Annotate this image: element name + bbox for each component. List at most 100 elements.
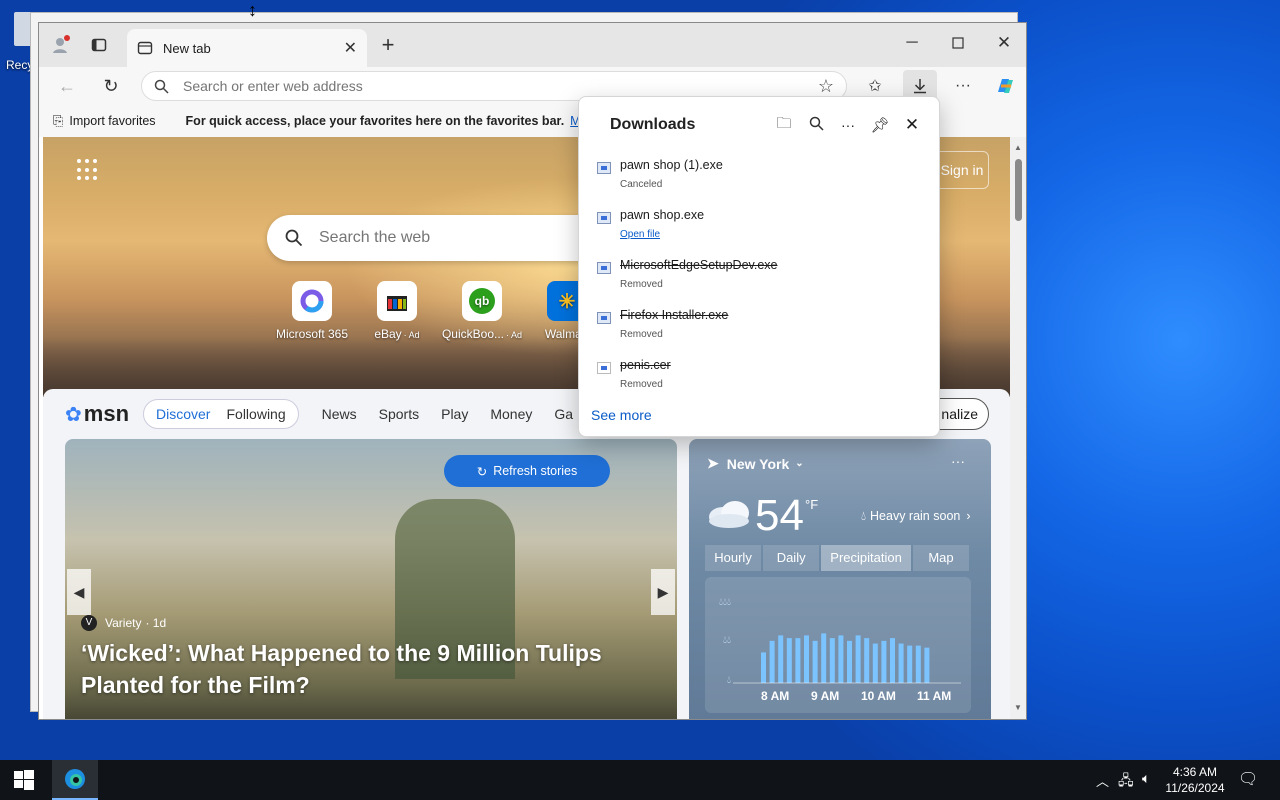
precip-bar [890,638,895,683]
location-arrow-icon: ➤ [707,455,719,471]
nav-news[interactable]: News [322,406,357,422]
new-tab-button[interactable]: + [374,31,402,59]
news-story-card[interactable]: ↻ Refresh stories ◀ ▶ V Variety · 1d ‘Wic… [65,439,677,719]
precip-bar [829,638,835,683]
show-hidden-icons-icon[interactable]: ︿ [1096,771,1109,790]
weather-more-icon[interactable]: ··· [951,453,965,469]
download-status: Removed [620,329,663,340]
scroll-down-arrow[interactable]: ▼ [1014,703,1022,712]
time-label-11am: 11 AM [917,689,952,703]
story-source[interactable]: Variety [105,616,141,630]
refresh-label: Refresh stories [493,464,578,478]
weather-card[interactable]: ➤ New York ⌄ ··· 54 °F 💧︎ Heavy rain soon… [689,439,991,719]
tab-new-tab[interactable]: New tab ✕ [127,29,367,67]
clock[interactable]: 4:36 AM 11/26/2024 [1164,764,1226,796]
vertical-scrollbar[interactable]: ▲ ▼ [1010,137,1026,719]
precip-bar [898,643,904,683]
weather-tab-precipitation[interactable]: Precipitation [821,545,911,571]
story-age: · 1d [145,616,167,630]
weather-tabs: Hourly Daily Precipitation Map [705,545,971,571]
story-source-line: V Variety · 1d [81,615,166,631]
raindrop-icon: 💧︎ [861,509,867,523]
open-folder-icon[interactable]: 🗀︎ [768,113,800,138]
import-favorites-icon[interactable]: ⎘ [53,113,63,129]
more-options-icon[interactable]: ··· [832,117,864,133]
precip-bar [804,635,809,683]
tab-strip: New tab ✕ + ─ ✕ [39,23,1026,67]
quick-link-quickbooks[interactable]: qb QuickBoo... · Ad [437,281,527,341]
weather-tab-hourly[interactable]: Hourly [705,545,762,571]
search-downloads-icon[interactable] [800,116,832,134]
network-icon[interactable]: 🖧︎ [1118,770,1134,794]
quickbooks-icon: qb [462,281,502,321]
ebay-bag-icon [377,281,417,321]
download-item[interactable]: pawn shop (1).exe Canceled [593,150,923,200]
download-status: Canceled [620,179,663,190]
windows-start-icon[interactable] [14,770,34,793]
tab-actions-icon[interactable] [85,31,113,59]
temperature-unit: °F [805,497,819,512]
refresh-button[interactable]: ↻ [97,72,125,100]
time-label-8am: 8 AM [761,689,790,703]
edge-taskbar-button[interactable] [52,760,98,800]
pin-icon[interactable]: 📌︎ [864,116,896,134]
precip-bar [864,638,870,683]
download-item[interactable]: pawn shop.exe Open file [593,200,923,250]
quick-link-ebay[interactable]: eBay · Ad [352,281,442,341]
profile-icon[interactable] [47,31,75,59]
app-launcher-icon[interactable] [77,159,99,181]
cloud-icon [705,497,753,532]
nav-games[interactable]: Ga [554,406,573,422]
settings-more-icon[interactable]: ··· [949,72,977,100]
msn-logo[interactable]: msn [84,401,129,427]
precip-bar [838,635,844,683]
chevron-right-icon: › [966,509,971,523]
import-favorites-button[interactable]: Import favorites [69,114,155,128]
exe-file-icon [597,262,611,274]
quick-link-microsoft-365[interactable]: Microsoft 365 [267,281,357,341]
close-downloads-icon[interactable]: ✕ [896,115,928,135]
weather-tab-map[interactable]: Map [912,545,970,571]
tab-discover[interactable]: Discover [156,406,210,422]
address-input[interactable] [183,78,818,94]
download-status: Removed [620,279,663,290]
nav-sports[interactable]: Sports [379,406,419,422]
nav-play[interactable]: Play [441,406,468,422]
scrollbar-thumb[interactable] [1015,159,1022,221]
close-window-button[interactable]: ✕ [990,29,1018,57]
precip-bar [924,647,930,683]
volume-icon[interactable]: 🔈︎ [1142,770,1150,787]
precip-bar [761,652,766,683]
see-more-link[interactable]: See more [591,407,652,423]
web-search-box[interactable] [267,215,607,261]
maximize-button[interactable] [944,29,972,57]
precipitation-chart: 💧︎💧︎💧︎ 💧︎💧︎ 💧︎ 8 AM 9 AM 10 AM 11 AM [705,577,971,713]
carousel-prev-arrow[interactable]: ◀ [67,569,91,615]
notifications-icon[interactable]: 🗨︎ [1238,769,1258,789]
refresh-stories-button[interactable]: ↻ Refresh stories [444,455,610,487]
carousel-next-arrow[interactable]: ▶ [651,569,675,615]
story-headline[interactable]: ‘Wicked’: What Happened to the 9 Million… [81,637,641,701]
close-tab-icon[interactable]: ✕ [344,38,357,58]
open-file-link[interactable]: Open file [620,229,660,240]
msn-tab-group: Discover Following [143,399,299,429]
back-button[interactable]: ← [53,72,81,100]
time-label-10am: 10 AM [861,689,896,703]
favorite-star-icon[interactable]: ☆ [818,76,834,97]
weather-location[interactable]: ➤ New York ⌄ [707,455,804,472]
alert-text: Heavy rain soon [870,509,961,523]
refresh-icon: ↻ [476,464,488,479]
copilot-icon[interactable] [991,72,1019,100]
weather-alert[interactable]: 💧︎ Heavy rain soon › [861,509,971,524]
download-filename: pawn shop (1).exe [620,158,723,172]
weather-tab-daily[interactable]: Daily [763,545,820,571]
download-item[interactable]: Firefox Installer.exe Removed [593,300,923,350]
precip-bar [778,635,784,683]
scroll-up-arrow[interactable]: ▲ [1014,143,1022,152]
download-item[interactable]: penis.cer Removed [593,350,923,400]
minimize-button[interactable]: ─ [898,29,926,57]
download-item[interactable]: MicrosoftEdgeSetupDev.exe Removed [593,250,923,300]
nav-money[interactable]: Money [490,406,532,422]
web-search-input[interactable] [319,229,559,247]
tab-following[interactable]: Following [226,406,285,422]
